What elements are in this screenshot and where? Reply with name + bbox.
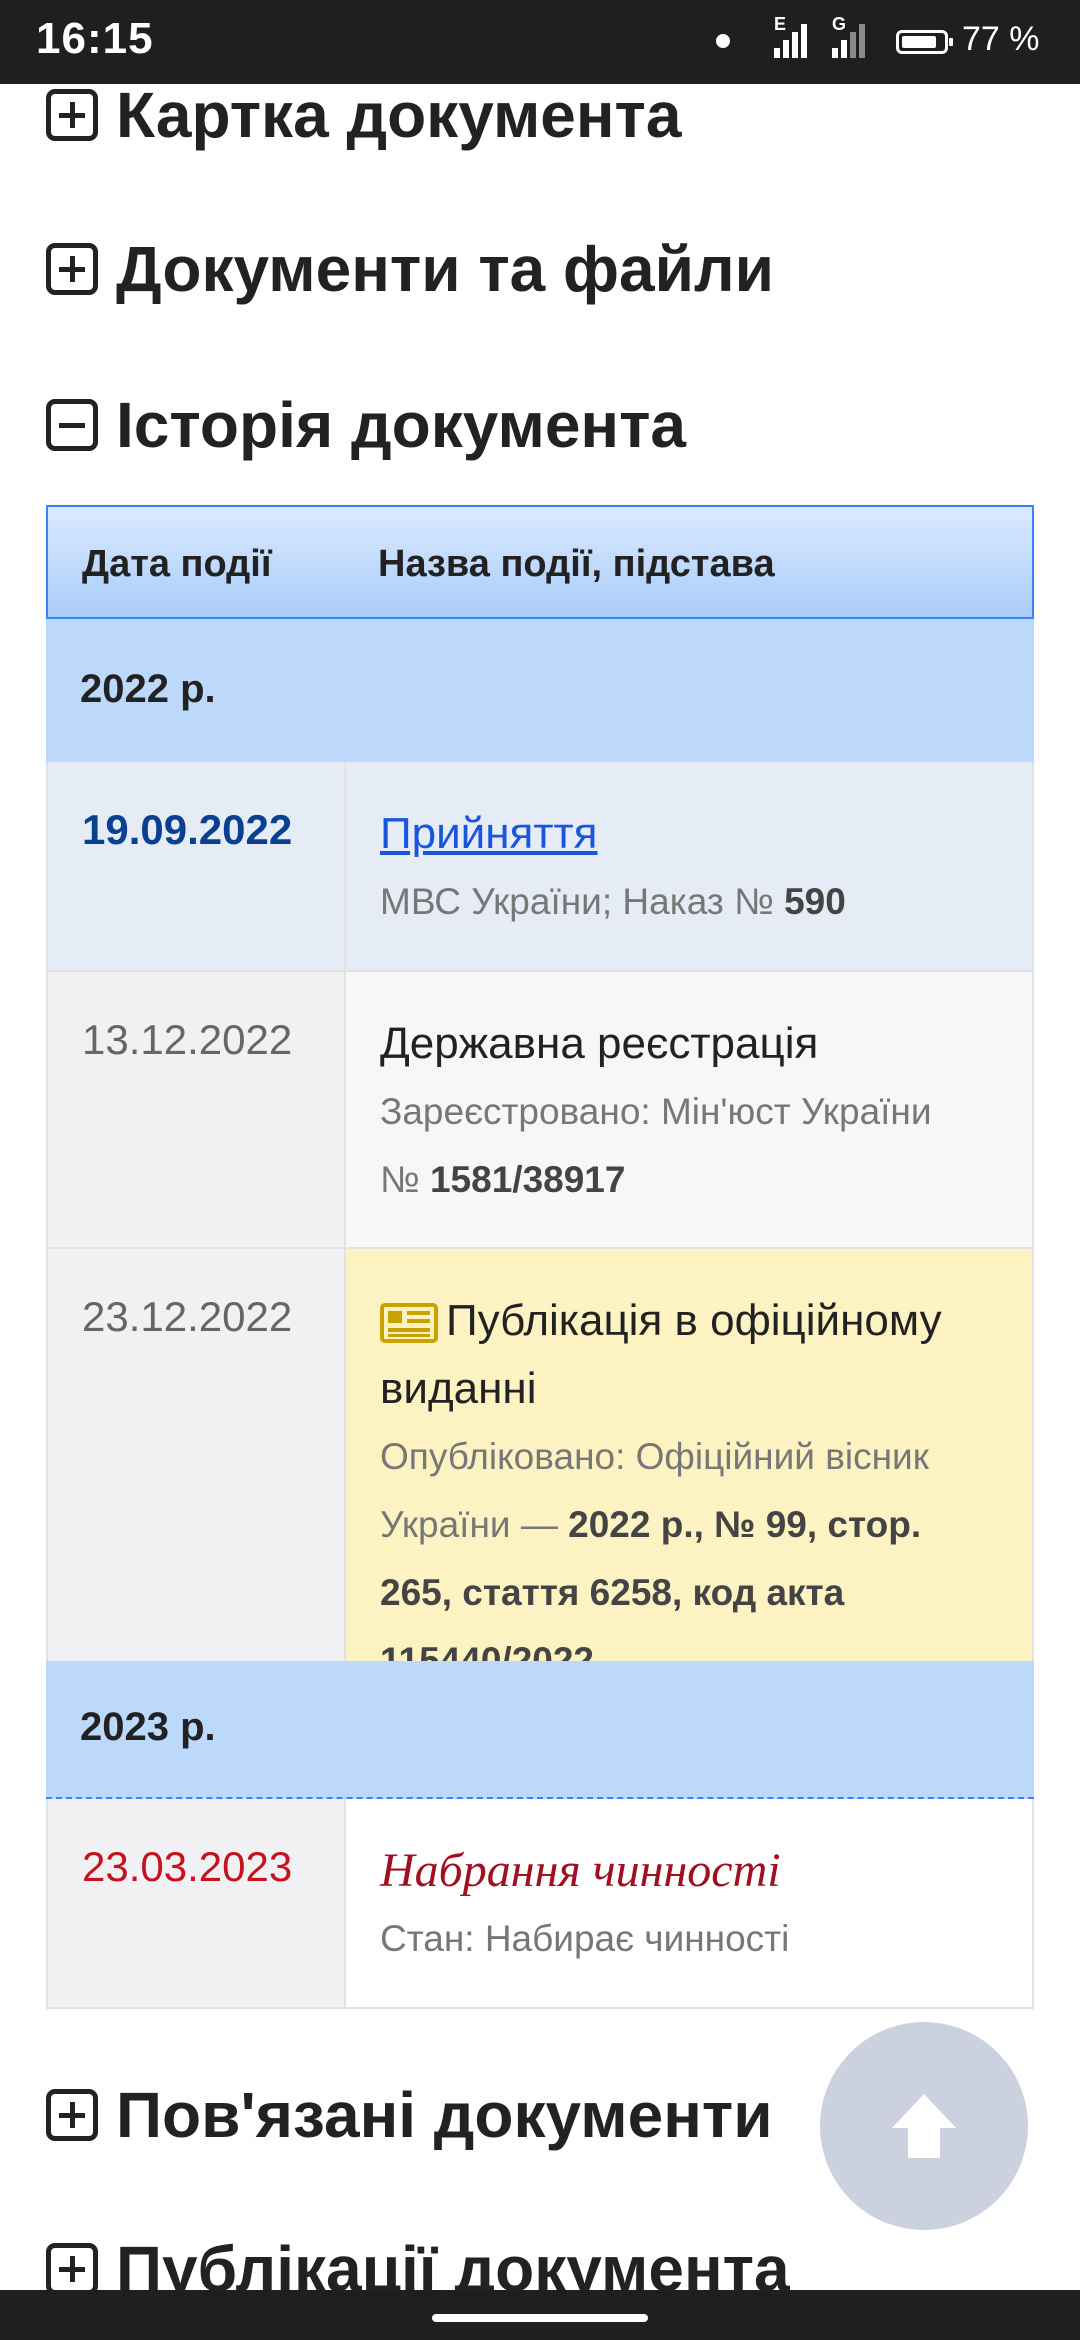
table-row: 23.12.2022 Публікація в офіційному видан… — [46, 1247, 1034, 1681]
year-row-2023: 2023 р. — [46, 1661, 1034, 1799]
event-date: 19.09.2022 — [82, 806, 293, 853]
newspaper-icon — [380, 1303, 438, 1344]
arrow-up-icon — [892, 2094, 956, 2158]
section-related-title: Пов'язані документи — [116, 2079, 773, 2151]
expand-plus-icon — [46, 2089, 98, 2141]
section-files-title: Документи та файли — [116, 233, 774, 305]
year-row-2022: 2022 р. — [46, 619, 1034, 762]
year-label: 2023 р. — [80, 1705, 216, 1749]
history-table: Дата події Назва події, підстава 2022 р.… — [46, 505, 1034, 2009]
year-label: 2022 р. — [80, 667, 216, 711]
event-basis: Зареєстровано: Мін'юст України № 1581/389… — [380, 1091, 932, 1200]
event-date: 23.03.2023 — [82, 1843, 293, 1890]
table-row: 13.12.2022 Державна реєстрація Зареєстро… — [46, 970, 1034, 1247]
event-name: Набрання чинності — [380, 1844, 781, 1897]
collapse-minus-icon — [46, 399, 98, 451]
header-date: Дата події — [82, 543, 272, 585]
event-basis: Стан: Набирає чинності — [380, 1918, 790, 1959]
event-name: Державна реєстрація — [380, 1019, 819, 1068]
network-type-g: G — [832, 14, 847, 34]
event-date: 13.12.2022 — [82, 1016, 293, 1063]
signal-g-icon: G — [828, 14, 872, 62]
status-bar: 16:15 E G 77 % — [0, 0, 1080, 84]
section-history-title: Історія документа — [116, 389, 686, 461]
notification-dot-icon — [716, 34, 730, 48]
signal-e-icon: E — [770, 14, 814, 62]
battery-icon — [896, 30, 953, 54]
event-basis: Опубліковано: Офіційний вісник України —… — [380, 1436, 929, 1681]
home-indicator[interactable] — [432, 2314, 648, 2322]
table-row: 19.09.2022 Прийняття МВС України; Наказ … — [46, 762, 1034, 970]
table-header: Дата події Назва події, підстава — [46, 505, 1034, 619]
clock: 16:15 — [36, 14, 154, 63]
event-link-adoption[interactable]: Прийняття — [380, 809, 598, 858]
expand-plus-icon — [46, 89, 98, 141]
expand-plus-icon — [46, 2243, 98, 2295]
section-history-toggle[interactable]: Історія документа — [46, 388, 686, 462]
section-related-toggle[interactable]: Пов'язані документи — [46, 2078, 773, 2152]
event-basis: МВС України; Наказ № 590 — [380, 881, 846, 922]
scroll-to-top-button[interactable] — [820, 2022, 1028, 2230]
section-files-toggle[interactable]: Документи та файли — [46, 232, 774, 306]
section-card-title: Картка документа — [116, 79, 682, 151]
section-card-toggle[interactable]: Картка документа — [46, 78, 681, 152]
network-type-e: E — [774, 14, 787, 34]
expand-plus-icon — [46, 243, 98, 295]
table-row: 23.03.2023 Набрання чинності Стан: Набир… — [46, 1799, 1034, 2009]
event-name: Публікація в офіційному виданні — [380, 1296, 942, 1413]
header-event: Назва події, підстава — [378, 543, 775, 585]
event-date: 23.12.2022 — [82, 1293, 293, 1340]
gesture-bar — [0, 2290, 1080, 2340]
battery-percent: 77 % — [962, 20, 1040, 58]
